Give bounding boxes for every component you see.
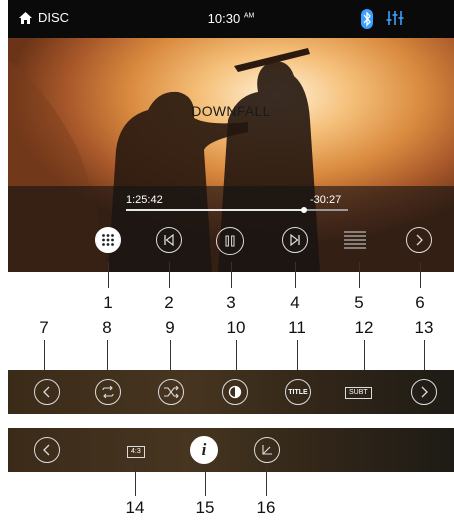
pause-icon — [225, 235, 235, 247]
forward-button[interactable] — [411, 379, 437, 405]
info-button[interactable]: i — [190, 436, 218, 464]
callout-5: 5 — [354, 293, 364, 312]
aspect-ratio-button[interactable]: 4:3 — [127, 446, 145, 458]
progress-bar[interactable] — [126, 207, 348, 213]
video-screen: DISC 10:30 AM DOWNFALL 1:25:42 -30:27 — [8, 0, 454, 272]
callout-11: 11 — [288, 318, 306, 337]
previous-button[interactable] — [156, 227, 182, 253]
shuffle-icon — [164, 386, 179, 398]
progress-knob[interactable] — [300, 207, 307, 213]
title-label: TITLE — [288, 388, 308, 396]
grid-menu-icon — [102, 234, 114, 246]
title-button[interactable]: TITLE — [285, 379, 311, 405]
playback-controls: 1:25:42 -30:27 — [8, 186, 454, 272]
callout-2: 2 — [164, 293, 174, 312]
equalizer-icon[interactable] — [386, 9, 404, 27]
callout-13: 13 — [414, 318, 434, 337]
repeat-button[interactable] — [95, 379, 121, 405]
chevron-right-icon — [416, 234, 423, 246]
back-button-2[interactable] — [34, 437, 60, 463]
callout-7: 7 — [39, 318, 49, 337]
chevron-left-icon — [43, 444, 50, 456]
skip-previous-icon — [164, 234, 174, 246]
back-button[interactable] — [34, 379, 60, 405]
status-bar: DISC 10:30 AM — [8, 0, 454, 38]
callout-9: 9 — [165, 318, 175, 337]
extended-controls-bar: TITLE SUBT — [8, 370, 454, 414]
info-icon: i — [201, 440, 207, 459]
contrast-icon — [228, 385, 242, 399]
callout-1: 1 — [103, 293, 113, 312]
more-button[interactable] — [406, 227, 432, 253]
elapsed-time: 1:25:42 — [126, 194, 163, 206]
menu-button[interactable] — [95, 227, 121, 253]
movie-title: DOWNFALL — [191, 103, 271, 119]
callout-6: 6 — [415, 293, 425, 312]
progress-fill — [126, 209, 304, 211]
chevron-left-icon — [43, 386, 50, 398]
remaining-time: -30:27 — [310, 194, 342, 206]
callout-15: 15 — [195, 498, 215, 517]
callout-16: 16 — [256, 498, 276, 517]
aspect-ratio-label: 4:3 — [131, 448, 141, 455]
contrast-button[interactable] — [222, 379, 248, 405]
callout-10: 10 — [226, 318, 246, 337]
callout-3: 3 — [226, 293, 236, 312]
skip-next-icon — [290, 234, 300, 246]
angle-button[interactable] — [254, 437, 280, 463]
chevron-right-icon — [421, 386, 428, 398]
subtitle-label: SUBT — [349, 389, 368, 396]
extended-controls-bar-2: 4:3 i — [8, 428, 454, 472]
callout-12: 12 — [354, 318, 374, 337]
clock-time: 10:30 — [207, 11, 241, 26]
callout-4: 4 — [290, 293, 300, 312]
repeat-icon — [102, 386, 114, 398]
next-button[interactable] — [282, 227, 308, 253]
list-button[interactable] — [344, 230, 366, 255]
pause-button[interactable] — [216, 227, 244, 255]
bluetooth-icon[interactable] — [360, 9, 374, 29]
angle-icon — [262, 445, 272, 455]
list-icon — [344, 231, 366, 249]
clock-meridiem: AM — [243, 12, 255, 20]
subtitle-button[interactable]: SUBT — [345, 387, 372, 399]
shuffle-button[interactable] — [158, 379, 184, 405]
callout-14: 14 — [125, 498, 145, 517]
callout-8: 8 — [102, 318, 112, 337]
